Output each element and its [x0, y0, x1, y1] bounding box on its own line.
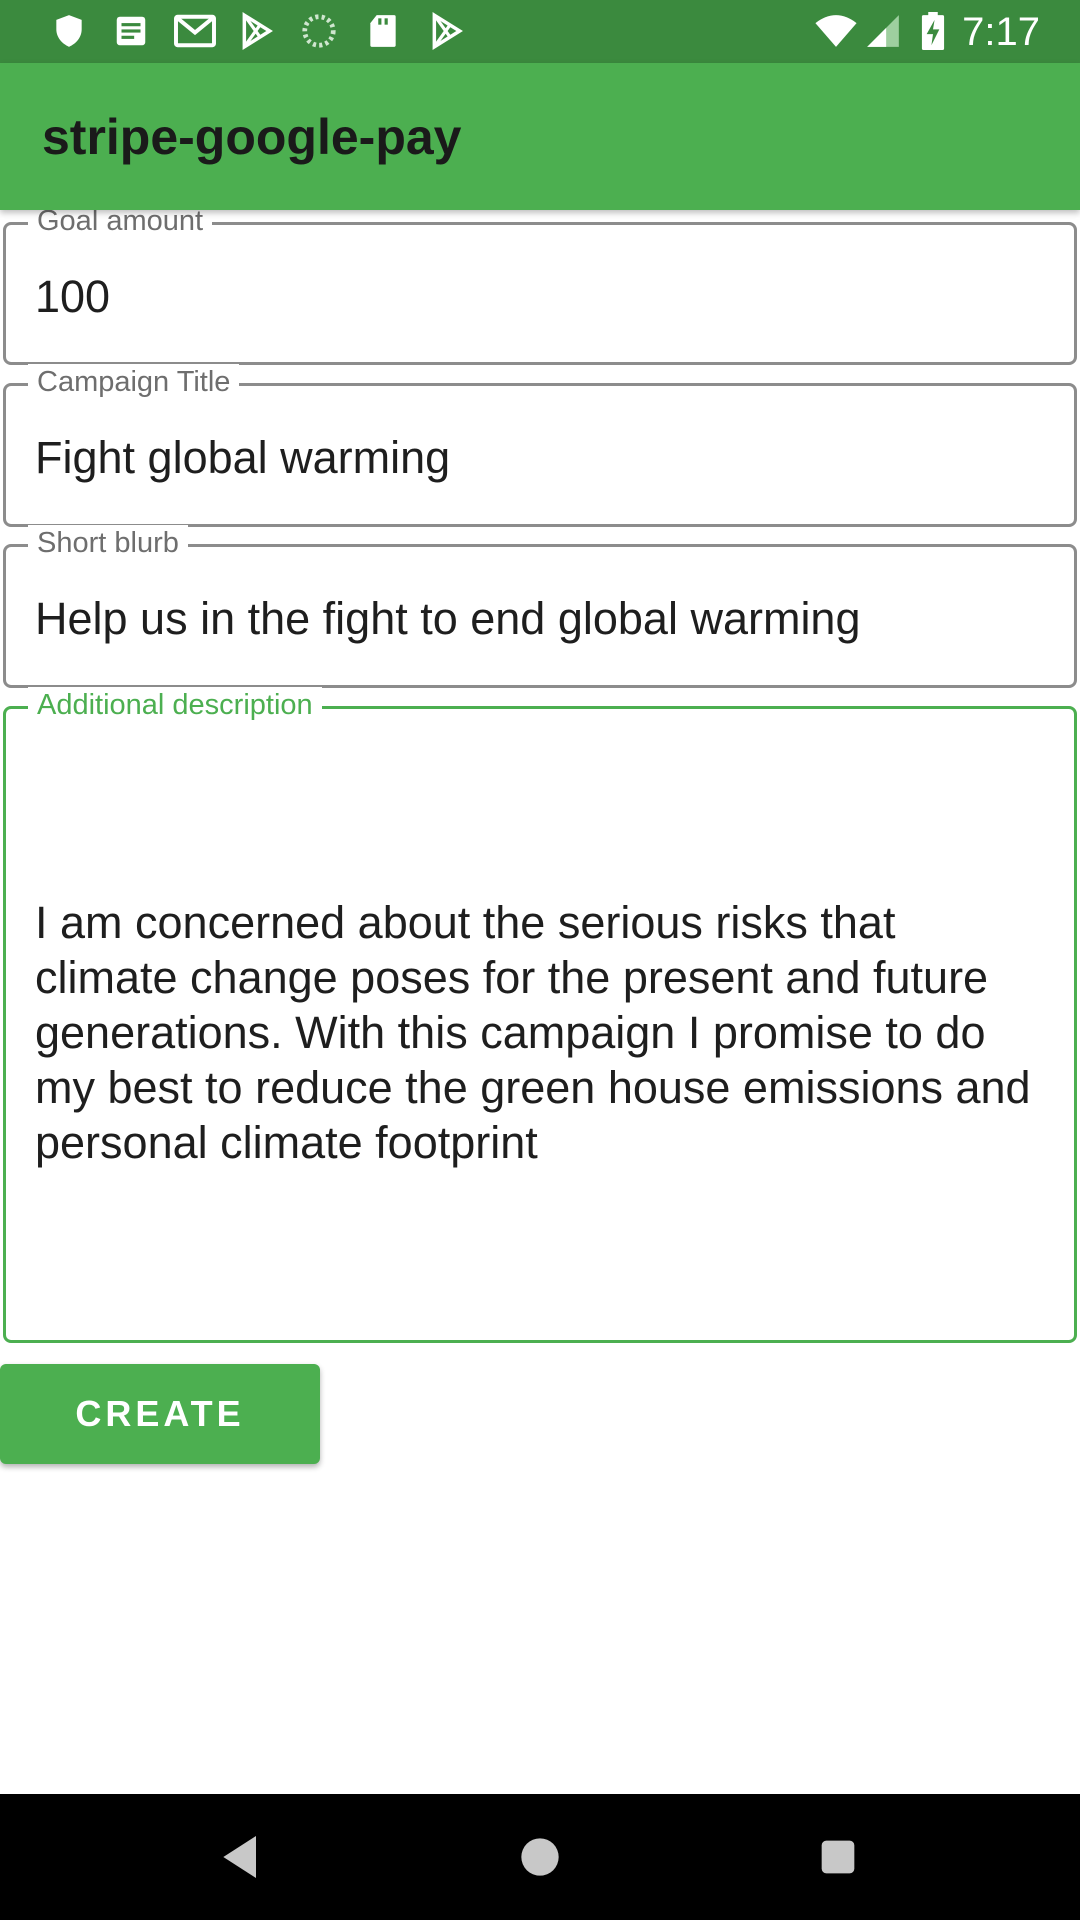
short-blurb-input[interactable]: Help us in the fight to end global warmi…	[35, 591, 1045, 646]
additional-description-label: Additional description	[28, 687, 322, 723]
notes-icon	[116, 16, 146, 46]
navigation-bar	[0, 1794, 1080, 1920]
goal-amount-input[interactable]: 100	[35, 269, 1045, 324]
app-title: stripe-google-pay	[42, 109, 462, 165]
sd-card-icon	[370, 15, 396, 47]
sync-icon	[302, 14, 336, 48]
status-bar: 7:17	[0, 0, 1080, 63]
additional-description-field[interactable]: Additional description I am concerned ab…	[3, 687, 1077, 1343]
battery-charging-icon	[921, 12, 945, 50]
app-bar: stripe-google-pay	[0, 63, 1080, 210]
recents-icon[interactable]	[810, 1829, 866, 1885]
signal-icon	[867, 15, 899, 47]
short-blurb-label: Short blurb	[28, 525, 188, 561]
play-store-icon	[432, 12, 463, 50]
gmail-icon	[174, 14, 216, 48]
short-blurb-field[interactable]: Short blurb Help us in the fight to end …	[3, 525, 1077, 688]
home-icon[interactable]	[512, 1829, 568, 1885]
campaign-title-label: Campaign Title	[28, 364, 240, 400]
wifi-icon	[815, 15, 857, 47]
play-store-icon	[242, 12, 273, 50]
back-icon[interactable]	[214, 1829, 270, 1885]
status-time: 7:17	[962, 10, 1040, 54]
campaign-title-field[interactable]: Campaign Title Fight global warming	[3, 364, 1077, 527]
additional-description-input[interactable]: I am concerned about the serious risks t…	[35, 895, 1045, 1170]
goal-amount-field[interactable]: Goal amount 100	[3, 203, 1077, 365]
create-button[interactable]: CREATE	[0, 1364, 320, 1464]
shield-icon	[56, 15, 82, 47]
campaign-title-input[interactable]: Fight global warming	[35, 430, 1045, 485]
